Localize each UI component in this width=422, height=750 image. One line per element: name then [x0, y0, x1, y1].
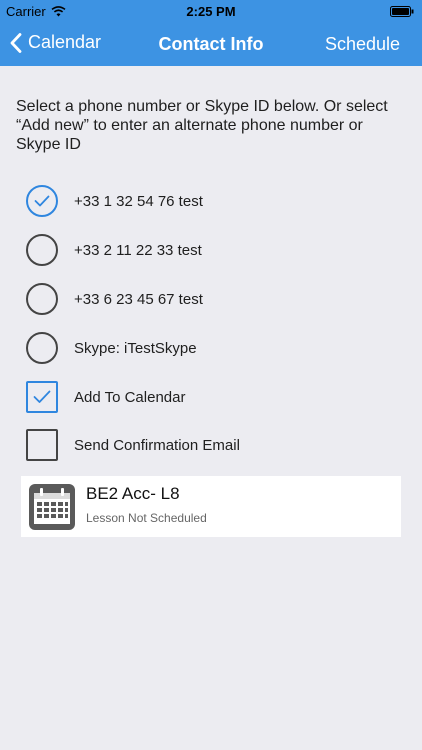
back-button-label: Calendar [28, 32, 102, 52]
lesson-card-text: BE2 Acc- L8 Lesson Not Scheduled [86, 484, 207, 525]
phone-option-3[interactable]: +33 6 23 45 67 test [26, 279, 406, 319]
back-button[interactable]: Calendar [10, 32, 101, 53]
status-bar: Carrier 2:25 PM [0, 0, 422, 22]
clock: 2:25 PM [186, 4, 236, 19]
add-to-calendar-label: Add To Calendar [74, 388, 186, 406]
radio-selected[interactable] [26, 185, 58, 217]
radio-unselected[interactable] [26, 283, 58, 315]
phone-option-label: +33 2 11 22 33 test [74, 241, 202, 259]
radio-unselected[interactable] [26, 234, 58, 266]
calendar-icon [29, 483, 75, 530]
phone-option-label: +33 1 32 54 76 test [74, 192, 203, 210]
add-to-calendar-option[interactable]: Add To Calendar [26, 377, 406, 417]
chevron-left-icon [10, 32, 22, 53]
add-to-calendar-checkbox[interactable] [26, 381, 58, 413]
phone-option-2[interactable]: +33 2 11 22 33 test [26, 230, 406, 270]
lesson-status: Lesson Not Scheduled [86, 511, 207, 525]
send-confirmation-email-option[interactable]: Send Confirmation Email [26, 425, 406, 465]
send-confirmation-email-label: Send Confirmation Email [74, 436, 240, 454]
send-confirmation-email-checkbox[interactable] [26, 429, 58, 461]
battery-icon [390, 5, 414, 20]
lesson-title: BE2 Acc- L8 [86, 484, 180, 503]
phone-option-1[interactable]: +33 1 32 54 76 test [26, 181, 406, 221]
skype-option-label: Skype: iTestSkype [74, 339, 197, 357]
checkmark-icon [33, 390, 51, 403]
checkmark-icon [34, 195, 50, 207]
phone-option-label: +33 6 23 45 67 test [74, 290, 203, 308]
skype-option[interactable]: Skype: iTestSkype [26, 328, 406, 368]
navigation-bar: Calendar Contact Info Schedule [0, 22, 422, 66]
radio-unselected[interactable] [26, 332, 58, 364]
schedule-button[interactable]: Schedule [325, 34, 400, 55]
lesson-card[interactable]: BE2 Acc- L8 Lesson Not Scheduled [21, 476, 401, 537]
instructions-text: Select a phone number or Skype ID below.… [16, 98, 388, 153]
